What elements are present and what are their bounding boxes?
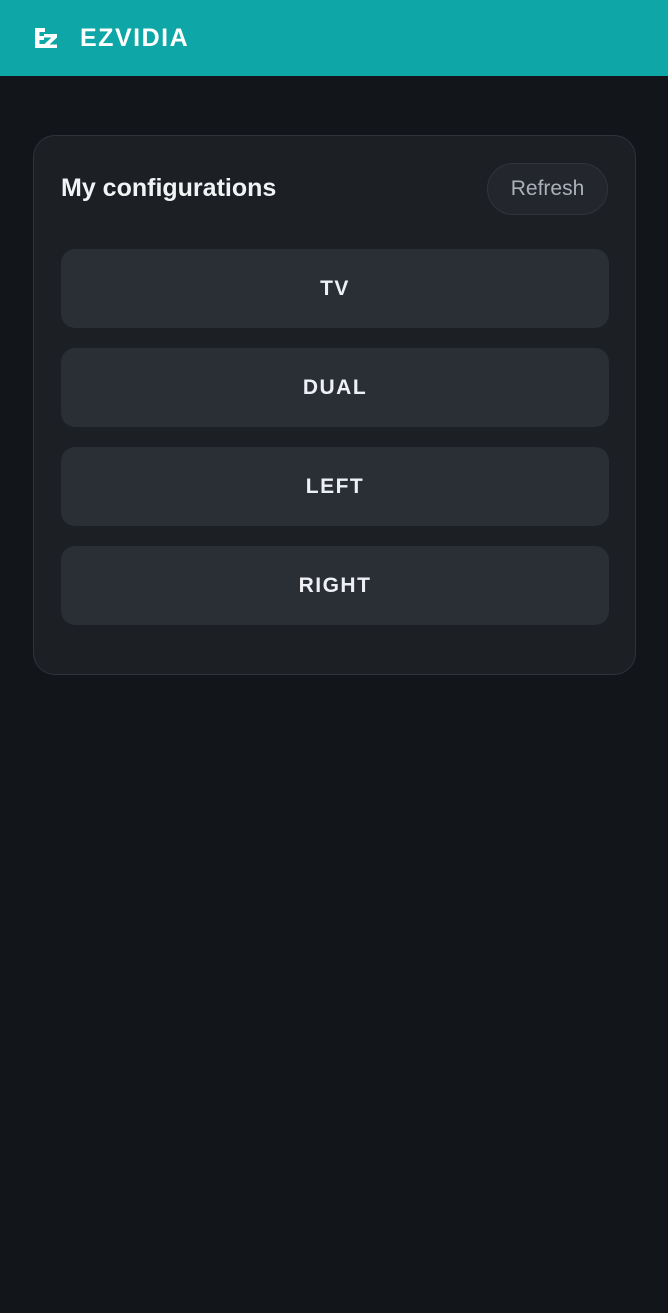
app-bar: EZVIDIA xyxy=(0,0,668,76)
config-button-right[interactable]: RIGHT xyxy=(61,546,609,625)
configurations-heading: My configurations xyxy=(61,174,277,202)
refresh-button[interactable]: Refresh xyxy=(487,163,608,215)
app-title: EZVIDIA xyxy=(80,23,190,52)
config-button-left[interactable]: LEFT xyxy=(61,447,609,526)
config-button-dual[interactable]: DUAL xyxy=(61,348,609,427)
configurations-card: My configurations Refresh TV DUAL LEFT R… xyxy=(33,135,636,675)
configuration-list: TV DUAL LEFT RIGHT xyxy=(61,249,609,645)
ez-logo-icon xyxy=(32,24,60,52)
config-button-tv[interactable]: TV xyxy=(61,249,609,328)
